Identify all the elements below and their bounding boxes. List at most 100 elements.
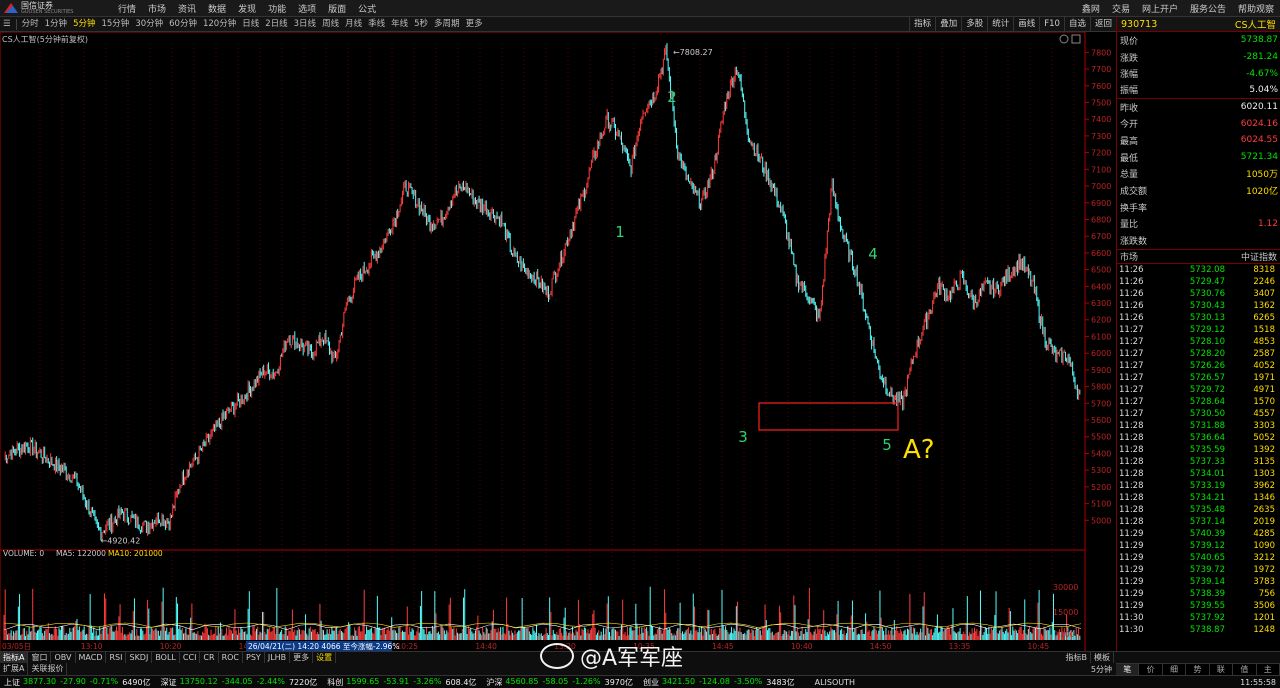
indicator-right-tab[interactable]: 指标B xyxy=(1063,652,1091,663)
tick-time: 11:26 xyxy=(1119,300,1144,311)
toolbar-button[interactable]: 指标 xyxy=(909,17,935,31)
indicator-tab[interactable]: CCI xyxy=(180,652,201,663)
index-item[interactable]: 上证 3877.30 -27.90 -0.71% 6490亿 xyxy=(0,677,157,688)
indicator-tab[interactable]: SKDJ xyxy=(126,652,153,663)
period-tab[interactable]: 30分钟 xyxy=(132,17,166,31)
tick-time: 11:26 xyxy=(1119,288,1144,299)
quote-key: 最高 xyxy=(1120,136,1139,147)
sub-tab[interactable]: 扩展A xyxy=(0,663,29,675)
quote-tab[interactable]: 价 xyxy=(1139,664,1163,675)
quote-tab[interactable]: 值 xyxy=(1233,664,1257,675)
index-name: 科创 xyxy=(327,677,344,687)
sub-tab[interactable]: 关联报价 xyxy=(28,663,68,675)
menu-item[interactable]: 选项 xyxy=(292,2,322,15)
menu-right-item[interactable]: 网上开户 xyxy=(1136,2,1184,15)
indicator-tab[interactable]: PSY xyxy=(243,652,265,663)
index-value: 3877.30 xyxy=(23,676,57,686)
tick-volume: 1570 xyxy=(1253,396,1275,407)
quote-panel: 930713 CS人工智 现价 5738.87 涨跌 -281.24 涨幅 -4.67% 振… xyxy=(1116,17,1280,658)
menu-item[interactable]: 行情 xyxy=(112,2,142,15)
tick-row: 11:26 5730.43 1362 xyxy=(1117,300,1280,312)
period-tab[interactable]: 年线 xyxy=(388,17,411,31)
quote-tab[interactable]: 势 xyxy=(1186,664,1210,675)
tick-time: 11:28 xyxy=(1119,492,1144,503)
period-tab[interactable]: 日线 xyxy=(239,17,262,31)
indicator-tab[interactable]: BOLL xyxy=(152,652,180,663)
period-tab[interactable]: 更多 xyxy=(463,17,486,31)
period-tab[interactable]: 5秒 xyxy=(411,17,431,31)
toolbar-button[interactable]: 画线 xyxy=(1013,17,1039,31)
menu-right-item[interactable]: 交易 xyxy=(1106,2,1136,15)
period-tab[interactable]: 2日线 xyxy=(262,17,290,31)
brand-logo[interactable]: 国信证券 GUOSEN SECURITIES xyxy=(0,0,112,16)
tick-time: 11:29 xyxy=(1119,564,1144,575)
menu-right-item[interactable]: 鑫网 xyxy=(1076,2,1106,15)
period-tab[interactable]: 月线 xyxy=(342,17,365,31)
toolbar-button[interactable]: 返回 xyxy=(1089,17,1116,31)
toolbar-button[interactable]: 多股 xyxy=(961,17,987,31)
indicator-tab[interactable]: CR xyxy=(200,652,219,663)
period-tab[interactable]: 分时 xyxy=(19,17,42,31)
indicator-tab[interactable]: ROC xyxy=(219,652,244,663)
toolbar-button[interactable]: 自选 xyxy=(1063,17,1090,31)
period-tab[interactable]: 1分钟 xyxy=(42,17,70,31)
index-item[interactable]: 沪深 4560.85 -58.05 -1.26% 3970亿 xyxy=(482,677,639,688)
index-item[interactable]: 创业 3421.50 -124.08 -3.50% 3483亿 xyxy=(639,677,801,688)
quote-tab[interactable]: 主 xyxy=(1257,664,1280,675)
period-tab[interactable]: 多周期 xyxy=(431,17,463,31)
tick-list[interactable]: 11:26 5732.08 8318 11:26 5729.47 2246 11:26 573… xyxy=(1117,264,1280,636)
menu-item[interactable]: 公式 xyxy=(352,2,382,15)
tick-time: 11:28 xyxy=(1119,468,1144,479)
quote-tab[interactable]: 细 xyxy=(1163,664,1187,675)
menu-item[interactable]: 版面 xyxy=(322,2,352,15)
toolbar-button[interactable]: 叠加 xyxy=(935,17,961,31)
menu-right-item[interactable]: 帮助观察 xyxy=(1232,2,1280,15)
menu-toggle-icon[interactable]: ☰ xyxy=(0,17,14,31)
price-tick-label: 7500 xyxy=(1091,98,1111,107)
menu-item[interactable]: 市场 xyxy=(142,2,172,15)
tick-price: 5730.13 xyxy=(1189,312,1225,323)
quote-tab[interactable]: 笔 xyxy=(1116,664,1140,675)
menu-right-item[interactable]: 服务公告 xyxy=(1184,2,1232,15)
tick-row: 11:28 5734.21 1346 xyxy=(1117,492,1280,504)
menu-item[interactable]: 发现 xyxy=(232,2,262,15)
period-tab[interactable]: 120分钟 xyxy=(200,17,239,31)
main-menu: 行情 市场 资讯 数据 发现 功能 选项 版面 公式 xyxy=(112,2,382,15)
toolbar-button[interactable]: 统计 xyxy=(987,17,1013,31)
tick-time: 11:28 xyxy=(1119,456,1144,467)
sub-tab-list: 扩展A 关联报价 xyxy=(0,663,68,675)
index-item[interactable]: 深证 13750.12 -344.05 -2.44% 7220亿 xyxy=(157,677,324,688)
index-item[interactable]: 科创 1599.65 -53.91 -3.26% 608.4亿 xyxy=(323,677,482,688)
tick-volume: 4971 xyxy=(1253,384,1275,395)
period-tab[interactable]: 3日线 xyxy=(291,17,319,31)
period-tab[interactable]: 季线 xyxy=(365,17,388,31)
indicator-tab[interactable]: MACD xyxy=(76,652,107,663)
chart-canvas[interactable]: 7800 7700 7600 7500 7400 7300 7200 7100 7000 6900… xyxy=(0,32,1116,658)
indicator-tab[interactable]: OBV xyxy=(51,652,76,663)
tick-volume: 3212 xyxy=(1253,552,1275,563)
period-tab[interactable]: 5分钟 xyxy=(70,17,98,31)
tick-time: 11:29 xyxy=(1119,540,1144,551)
indicator-tab[interactable]: 更多 xyxy=(290,652,314,663)
indicator-tab[interactable]: 设置 xyxy=(313,652,337,663)
period-tab[interactable]: 60分钟 xyxy=(166,17,200,31)
ma5-label: MA5: 122000 xyxy=(56,549,106,558)
menu-item[interactable]: 功能 xyxy=(262,2,292,15)
quote-tab[interactable]: 联 xyxy=(1210,664,1234,675)
price-tick-label: 6900 xyxy=(1091,199,1111,208)
security-name: CS人工智 xyxy=(1234,20,1276,31)
indicator-tab[interactable]: 指标A xyxy=(0,652,29,663)
index-change: -58.05 xyxy=(542,676,569,686)
kline-chart[interactable]: 7800 7700 7600 7500 7400 7300 7200 7100 7000 6900… xyxy=(0,32,1116,658)
indicator-right-tab[interactable]: 模板 xyxy=(1091,652,1114,663)
indicator-tab[interactable]: JLHB xyxy=(265,652,291,663)
toolbar-button[interactable]: F10 xyxy=(1039,17,1064,31)
indicator-tab[interactable]: RSI xyxy=(106,652,127,663)
trading-app: 国信证券 GUOSEN SECURITIES 行情 市场 资讯 数据 发现 功能 选项 版面公… xyxy=(0,0,1280,688)
period-tab[interactable]: 15分钟 xyxy=(98,17,132,31)
menu-item[interactable]: 资讯 xyxy=(172,2,202,15)
indicator-tab[interactable]: 窗口 xyxy=(28,652,52,663)
period-tab[interactable]: 周线 xyxy=(319,17,342,31)
tick-row: 11:29 5739.55 3506 xyxy=(1117,600,1280,612)
menu-item[interactable]: 数据 xyxy=(202,2,232,15)
